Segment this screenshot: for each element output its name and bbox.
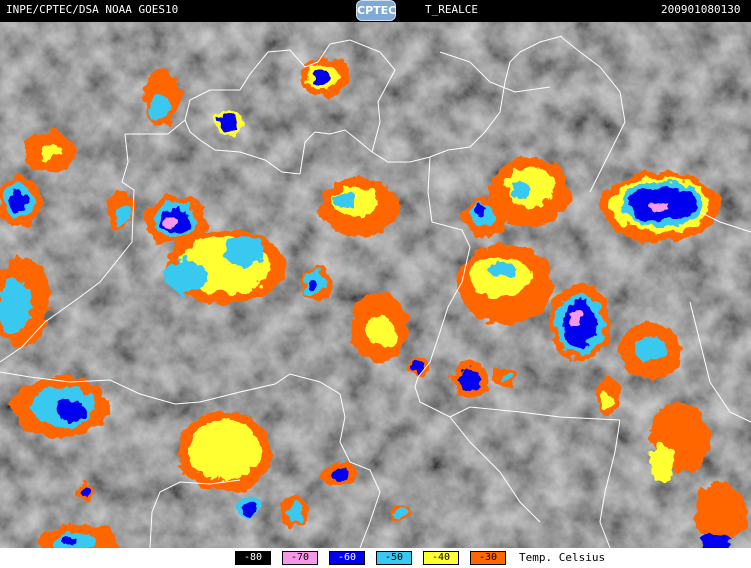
legend-swatch-minus40: -40 xyxy=(423,551,459,565)
cloud-texture xyxy=(0,22,751,548)
satellite-image-frame: INPE/CPTEC/DSA NOAA GOES10 CPTEC T_REALC… xyxy=(0,0,751,568)
storm-cell xyxy=(320,177,400,237)
storm-cell xyxy=(24,132,76,172)
storm-cell xyxy=(620,322,680,382)
storm-cell xyxy=(600,172,720,242)
storm-cell xyxy=(596,379,620,415)
storm-cell xyxy=(0,176,42,228)
legend-swatch-minus50: -50 xyxy=(376,551,412,565)
storm-cell xyxy=(493,367,517,387)
satellite-map xyxy=(0,22,751,548)
cptec-logo: CPTEC xyxy=(356,0,396,21)
legend-swatch-minus60: -60 xyxy=(329,551,365,565)
legend-swatch-minus80: -80 xyxy=(235,551,271,565)
source-label: INPE/CPTEC/DSA NOAA GOES10 xyxy=(6,3,179,16)
storm-cell xyxy=(457,244,553,324)
satellite-imagery-svg xyxy=(0,22,751,548)
storm-cell xyxy=(322,462,358,486)
storm-cell xyxy=(452,362,488,398)
product-label: T_REALCE xyxy=(425,3,478,16)
storm-cell xyxy=(352,292,408,362)
storm-cell xyxy=(302,268,334,300)
storm-cell xyxy=(75,484,95,500)
storm-cell xyxy=(281,496,309,528)
storm-cell xyxy=(550,284,610,360)
storm-cell xyxy=(106,192,134,228)
legend-swatch-minus30: -30 xyxy=(470,551,506,565)
legend-bar: -80 -70 -60 -50 -40 -30 Temp. Celsius xyxy=(0,548,751,568)
storm-cell xyxy=(301,57,349,97)
header-bar: INPE/CPTEC/DSA NOAA GOES10 CPTEC T_REALC… xyxy=(0,0,751,22)
legend-unit-label: Temp. Celsius xyxy=(519,551,606,564)
timestamp-label: 200901080130 xyxy=(661,3,741,16)
legend-swatch-minus70: -70 xyxy=(282,551,318,565)
storm-cell xyxy=(12,377,108,437)
storm-cell xyxy=(144,69,180,125)
storm-cell xyxy=(390,504,410,520)
storm-cell xyxy=(214,112,242,136)
storm-cell xyxy=(463,197,507,237)
storm-cell xyxy=(145,196,205,244)
